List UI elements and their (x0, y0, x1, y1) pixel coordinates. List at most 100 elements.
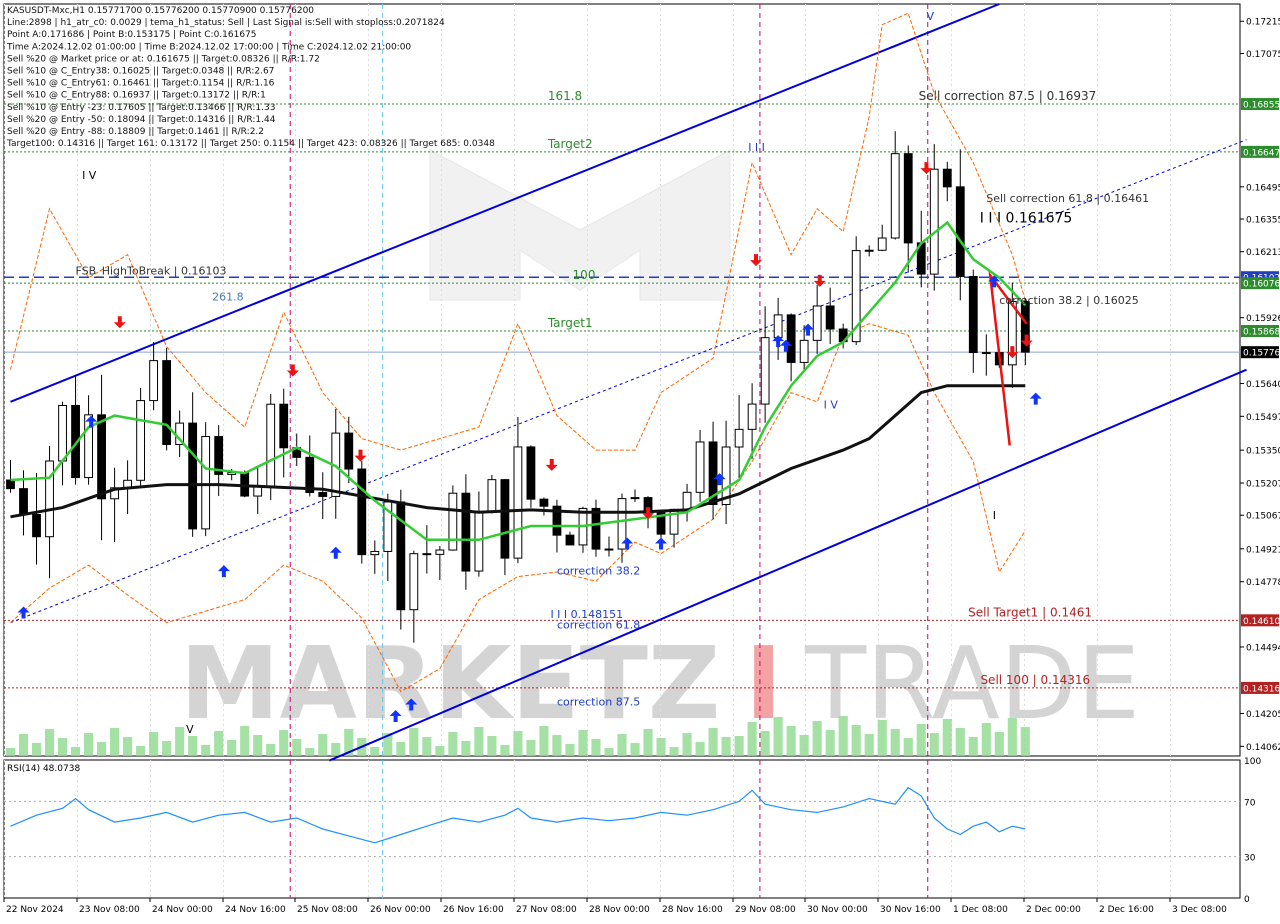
volume-bar (656, 738, 666, 756)
level-label: Target2 (547, 137, 593, 151)
volume-bar (591, 739, 601, 756)
chart-annotation: I (993, 509, 996, 522)
volume-bar (422, 737, 432, 756)
volume-bar (461, 741, 471, 756)
candle-body (357, 468, 367, 556)
volume-bar (500, 745, 510, 756)
candle-body (825, 305, 835, 330)
volume-bar (695, 742, 705, 756)
volume-bar (799, 735, 809, 756)
candle-body (318, 492, 328, 497)
volume-bar (812, 721, 822, 756)
watermark-logo: MARKETZ (180, 625, 720, 742)
y-axis-tick-label: 0.15640 (1246, 380, 1280, 390)
volume-bar (708, 728, 718, 756)
y-axis-tick-label: 0.14205 (1246, 710, 1280, 720)
y-axis-tick-label: 0.16213 (1246, 248, 1280, 258)
volume-bar (5, 748, 16, 756)
volume-bar (747, 722, 757, 756)
volume-bar (305, 748, 315, 756)
price-tag-label: 0.16855 (1243, 101, 1280, 111)
volume-bar (630, 743, 640, 756)
volume-bar (188, 736, 198, 756)
level-label: Sell 100 | 0.14316 (980, 673, 1090, 687)
candle-body (747, 403, 757, 430)
info-panel-line: Target100: 0.14316 || Target 161: 0.1317… (6, 139, 495, 149)
volume-bar (851, 725, 861, 756)
candle-body (630, 497, 640, 500)
candle-body (968, 275, 978, 354)
volume-bar (825, 730, 835, 756)
price-tag-label: 0.15868 (1243, 328, 1280, 338)
candle-body (682, 491, 692, 510)
volume-bar (149, 732, 159, 756)
rsi-tick-label: 0 (1244, 895, 1250, 905)
level-label: 161.8 (548, 89, 582, 103)
candle-body (500, 479, 510, 559)
chart-canvas: MARKETZ I TRADE 161.8 Sell correction 87.5 … (0, 0, 1280, 920)
x-axis-tick-label: 30 Nov 16:00 (880, 905, 941, 915)
volume-bar (994, 732, 1004, 756)
x-axis-tick-label: 26 Nov 00:00 (370, 905, 431, 915)
volume-bar (877, 720, 887, 756)
candle-body (136, 400, 146, 481)
candle-body (162, 360, 172, 445)
volume-bar (890, 729, 900, 756)
volume-bar (721, 737, 731, 756)
candle-body (695, 441, 705, 493)
volume-bar (71, 747, 81, 756)
volume-bar (448, 732, 458, 756)
price-tag-label: 0.15776 (1243, 349, 1280, 359)
y-axis-tick-label: 0.14921 (1246, 545, 1280, 555)
volume-bar (18, 734, 29, 756)
candle-body (188, 422, 198, 530)
chart-annotation: correction 38.2 (557, 564, 640, 577)
candle-body (539, 498, 549, 507)
volume-bar (786, 726, 796, 756)
volume-bar (162, 741, 172, 756)
volume-bar (578, 730, 588, 756)
volume-bar (474, 727, 484, 756)
candle-body (279, 403, 289, 449)
volume-bar (57, 738, 68, 756)
chart-annotation: Sell correction 61.8 | 0.16461 (986, 192, 1149, 205)
x-axis-tick-label: 30 Nov 00:00 (807, 905, 868, 915)
volume-bar (955, 728, 965, 756)
candle-body (955, 186, 965, 277)
info-panel-line: Sell %10 @ Entry -23: 0.17605 || Target:… (7, 103, 275, 113)
candle-body (6, 479, 15, 490)
info-panel-line: Time A:2024.12.02 01:00:00 | Time B:2024… (6, 42, 411, 52)
x-axis-tick-label: 2 Dec 16:00 (1099, 905, 1154, 915)
x-axis-tick-label: 22 Nov 2024 (6, 905, 64, 915)
level-label: 100 (573, 268, 596, 282)
volume-bar (31, 743, 42, 756)
volume-bar (903, 738, 913, 756)
candle-body (981, 352, 991, 355)
candle-body (890, 153, 900, 239)
candle-body (760, 337, 770, 405)
volume-bar (240, 726, 250, 756)
level-label: Sell Target1 | 0.1461 (968, 605, 1092, 619)
info-panel-line: Point A:0.171686 | Point B:0.153175 | Po… (7, 30, 257, 40)
candle-body (58, 404, 67, 462)
candle-body (864, 249, 874, 252)
info-panel-line: KASUSDT-Mxc,H1 0.15771700 0.15776200 0.1… (7, 6, 314, 16)
volume-bar (1020, 727, 1030, 756)
rsi-title: RSI(14) 48.0738 (7, 764, 80, 774)
chart-annotation: I V (82, 169, 97, 182)
x-axis-tick-label: 27 Nov 08:00 (516, 905, 577, 915)
x-axis-tick-label: 29 Nov 08:00 (735, 905, 796, 915)
candle-body (773, 314, 783, 339)
volume-bar (552, 735, 562, 756)
y-axis-tick-label: 0.15067 (1246, 512, 1280, 522)
chart-annotation: V (926, 10, 934, 23)
chart-root: MARKETZ I TRADE 161.8 Sell correction 87.5 … (0, 0, 1280, 920)
chart-annotation: FSB_HighToBreak | 0.16103 (76, 265, 227, 278)
y-axis-tick-label: 0.14494 (1246, 643, 1280, 653)
candle-body (929, 168, 939, 275)
volume-bar (318, 734, 328, 756)
candle-body (903, 153, 913, 244)
y-axis-tick-label: 0.15926 (1246, 314, 1280, 324)
chart-annotation: correction 38.2 | 0.16025 (999, 294, 1138, 307)
volume-bar (331, 743, 341, 756)
